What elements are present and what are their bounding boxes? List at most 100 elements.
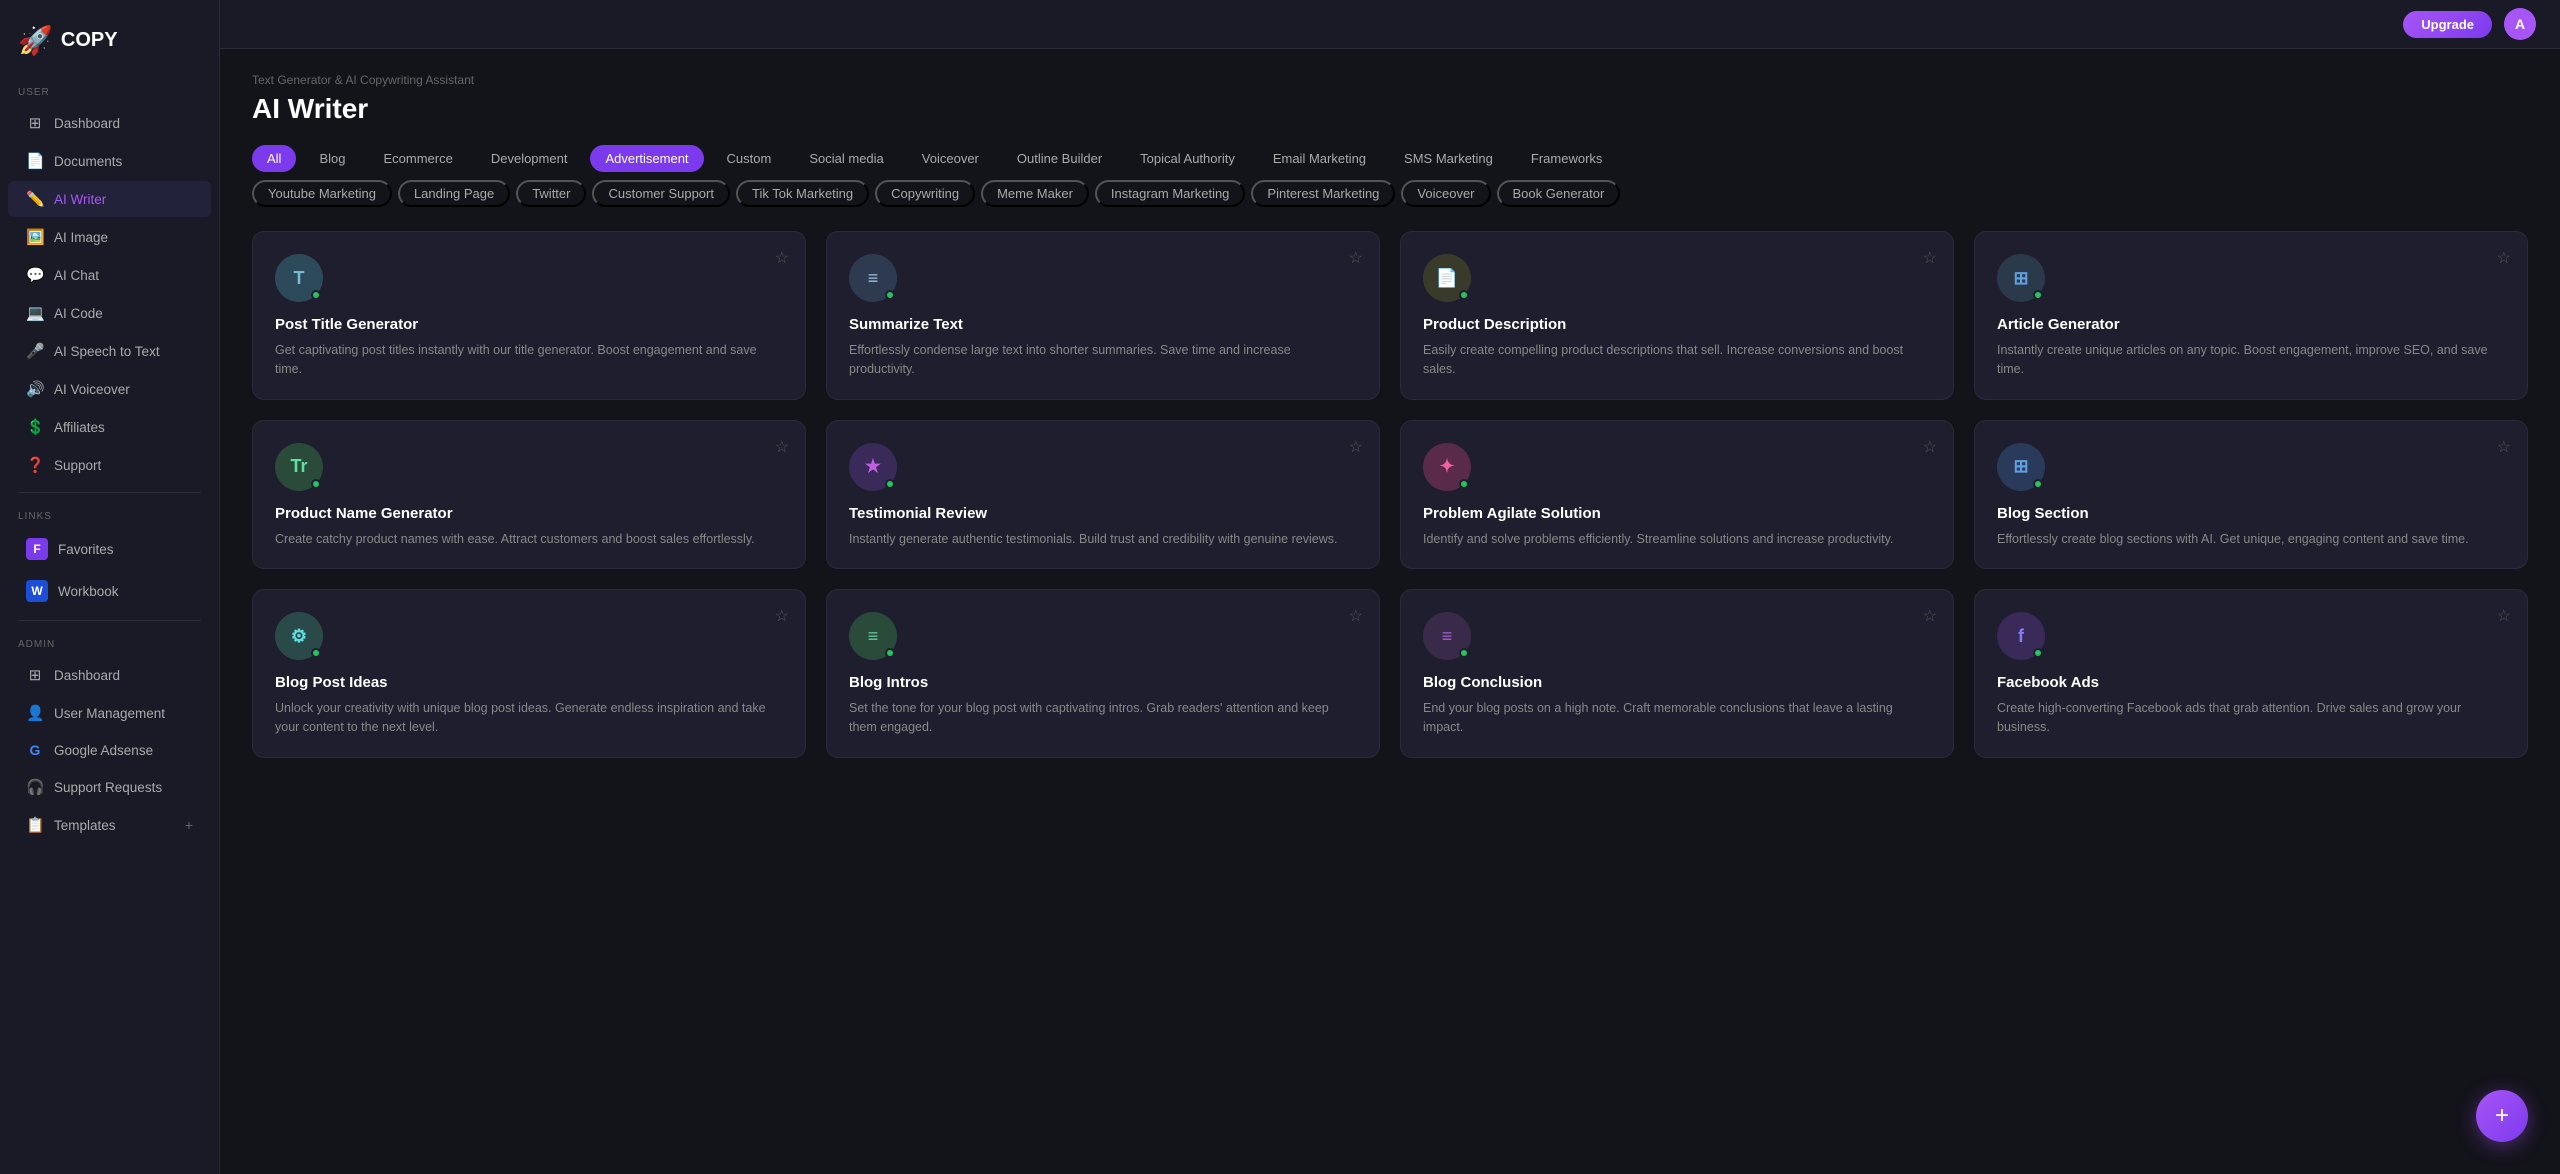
sub-tab-pinterest-marketing[interactable]: Pinterest Marketing xyxy=(1251,180,1395,207)
fab-button[interactable]: + xyxy=(2476,1090,2528,1142)
sub-tab-landing-page[interactable]: Landing Page xyxy=(398,180,510,207)
filter-tab-topical-authority[interactable]: Topical Authority xyxy=(1125,145,1250,172)
card-blog-section[interactable]: ☆ ⊞ Blog Section Effortlessly create blo… xyxy=(1974,420,2528,570)
card-blog-conclusion[interactable]: ☆ ≡ Blog Conclusion End your blog posts … xyxy=(1400,589,1954,758)
code-icon: 💻 xyxy=(26,304,44,322)
sidebar-item-templates[interactable]: 📋 Templates + xyxy=(8,807,211,843)
sidebar-item-workbook[interactable]: W Workbook xyxy=(8,571,211,611)
card-post-title-generator[interactable]: ☆ T Post Title Generator Get captivating… xyxy=(252,231,806,400)
card-star-problem-agilate-solution[interactable]: ☆ xyxy=(1923,437,1937,457)
sidebar-item-documents[interactable]: 📄 Documents xyxy=(8,143,211,179)
card-title-product-name-generator: Product Name Generator xyxy=(275,505,783,522)
upgrade-button[interactable]: Upgrade xyxy=(2403,11,2492,38)
card-desc-problem-agilate-solution: Identify and solve problems efficiently.… xyxy=(1423,530,1931,549)
sub-tab-customer-support[interactable]: Customer Support xyxy=(592,180,730,207)
card-summarize-text[interactable]: ☆ ≡ Summarize Text Effortlessly condense… xyxy=(826,231,1380,400)
card-star-blog-post-ideas[interactable]: ☆ xyxy=(775,606,789,626)
sub-tab-twitter[interactable]: Twitter xyxy=(516,180,586,207)
card-icon-post-title-generator: T xyxy=(275,254,323,302)
sidebar-item-label: AI Code xyxy=(54,306,103,321)
sidebar-item-ai-chat[interactable]: 💬 AI Chat xyxy=(8,257,211,293)
sub-tab-copywriting[interactable]: Copywriting xyxy=(875,180,975,207)
card-product-name-generator[interactable]: ☆ Tr Product Name Generator Create catch… xyxy=(252,420,806,570)
sub-tab-tiktok-marketing[interactable]: Tik Tok Marketing xyxy=(736,180,869,207)
sidebar-item-favorites[interactable]: F Favorites xyxy=(8,529,211,569)
sidebar-item-label: Documents xyxy=(54,154,122,169)
card-title-facebook-ads: Facebook Ads xyxy=(1997,674,2505,691)
sub-tab-book-generator[interactable]: Book Generator xyxy=(1497,180,1621,207)
card-blog-post-ideas[interactable]: ☆ ⚙ Blog Post Ideas Unlock your creativi… xyxy=(252,589,806,758)
filter-tabs: All Blog Ecommerce Development Advertise… xyxy=(252,145,2528,172)
content-area: Text Generator & AI Copywriting Assistan… xyxy=(220,49,2560,1174)
card-star-article-generator[interactable]: ☆ xyxy=(2497,248,2511,268)
filter-tab-email-marketing[interactable]: Email Marketing xyxy=(1258,145,1381,172)
filter-tab-custom[interactable]: Custom xyxy=(712,145,787,172)
filter-tab-development[interactable]: Development xyxy=(476,145,583,172)
grid-icon: ⊞ xyxy=(26,114,44,132)
card-star-blog-section[interactable]: ☆ xyxy=(2497,437,2511,457)
sidebar-item-google-adsense[interactable]: G Google Adsense xyxy=(8,733,211,767)
card-testimonial-review[interactable]: ☆ ★ Testimonial Review Instantly generat… xyxy=(826,420,1380,570)
card-facebook-ads[interactable]: ☆ f Facebook Ads Create high-converting … xyxy=(1974,589,2528,758)
card-star-summarize-text[interactable]: ☆ xyxy=(1349,248,1363,268)
image-icon: 🖼️ xyxy=(26,228,44,246)
user-icon: 👤 xyxy=(26,704,44,722)
card-star-product-name-generator[interactable]: ☆ xyxy=(775,437,789,457)
card-star-product-description[interactable]: ☆ xyxy=(1923,248,1937,268)
card-product-description[interactable]: ☆ 📄 Product Description Easily create co… xyxy=(1400,231,1954,400)
card-article-generator[interactable]: ☆ ⊞ Article Generator Instantly create u… xyxy=(1974,231,2528,400)
sidebar-item-user-management[interactable]: 👤 User Management xyxy=(8,695,211,731)
card-title-testimonial-review: Testimonial Review xyxy=(849,505,1357,522)
sidebar-item-ai-image[interactable]: 🖼️ AI Image xyxy=(8,219,211,255)
card-star-blog-intros[interactable]: ☆ xyxy=(1349,606,1363,626)
card-title-problem-agilate-solution: Problem Agilate Solution xyxy=(1423,505,1931,522)
sidebar-item-ai-code[interactable]: 💻 AI Code xyxy=(8,295,211,331)
sidebar-item-support-requests[interactable]: 🎧 Support Requests xyxy=(8,769,211,805)
chat-icon: 💬 xyxy=(26,266,44,284)
card-star-facebook-ads[interactable]: ☆ xyxy=(2497,606,2511,626)
sub-tab-voiceover[interactable]: Voiceover xyxy=(1401,180,1490,207)
filter-tab-frameworks[interactable]: Frameworks xyxy=(1516,145,1618,172)
template-plus-icon[interactable]: + xyxy=(185,817,193,833)
sidebar-item-label: Support xyxy=(54,458,101,473)
filter-tab-blog[interactable]: Blog xyxy=(304,145,360,172)
topbar-actions: Upgrade A xyxy=(2403,8,2536,40)
filter-tab-all[interactable]: All xyxy=(252,145,296,172)
admin-grid-icon: ⊞ xyxy=(26,666,44,684)
sidebar-item-affiliates[interactable]: 💲 Affiliates xyxy=(8,409,211,445)
sidebar-item-ai-voiceover[interactable]: 🔊 AI Voiceover xyxy=(8,371,211,407)
sidebar-item-ai-writer[interactable]: ✏️ AI Writer xyxy=(8,181,211,217)
card-dot-blog-intros xyxy=(885,648,895,658)
sidebar-item-ai-speech[interactable]: 🎤 AI Speech to Text xyxy=(8,333,211,369)
filter-tab-sms-marketing[interactable]: SMS Marketing xyxy=(1389,145,1508,172)
filter-tab-outline-builder[interactable]: Outline Builder xyxy=(1002,145,1117,172)
filter-tab-social-media[interactable]: Social media xyxy=(794,145,898,172)
sidebar-item-label: AI Voiceover xyxy=(54,382,130,397)
mic-icon: 🎤 xyxy=(26,342,44,360)
help-icon: ❓ xyxy=(26,456,44,474)
filter-tab-ecommerce[interactable]: Ecommerce xyxy=(368,145,467,172)
sidebar-item-admin-dashboard[interactable]: ⊞ Dashboard xyxy=(8,657,211,693)
sidebar-item-dashboard[interactable]: ⊞ Dashboard xyxy=(8,105,211,141)
card-star-testimonial-review[interactable]: ☆ xyxy=(1349,437,1363,457)
card-blog-intros[interactable]: ☆ ≡ Blog Intros Set the tone for your bl… xyxy=(826,589,1380,758)
sub-tab-youtube-marketing[interactable]: Youtube Marketing xyxy=(252,180,392,207)
logo: 🚀 COPY xyxy=(0,16,219,77)
card-grid: ☆ T Post Title Generator Get captivating… xyxy=(252,231,2528,758)
card-icon-blog-section: ⊞ xyxy=(1997,443,2045,491)
sidebar-item-label: Dashboard xyxy=(54,668,120,683)
filter-tab-advertisement[interactable]: Advertisement xyxy=(590,145,703,172)
sidebar-item-support[interactable]: ❓ Support xyxy=(8,447,211,483)
card-problem-agilate-solution[interactable]: ☆ ✦ Problem Agilate Solution Identify an… xyxy=(1400,420,1954,570)
card-desc-product-name-generator: Create catchy product names with ease. A… xyxy=(275,530,783,549)
card-star-blog-conclusion[interactable]: ☆ xyxy=(1923,606,1937,626)
sub-tab-meme-maker[interactable]: Meme Maker xyxy=(981,180,1089,207)
card-icon-facebook-ads: f xyxy=(1997,612,2045,660)
sub-tabs: Youtube Marketing Landing Page Twitter C… xyxy=(252,180,2528,207)
filter-tab-voiceover[interactable]: Voiceover xyxy=(907,145,994,172)
card-icon-testimonial-review: ★ xyxy=(849,443,897,491)
card-star-post-title-generator[interactable]: ☆ xyxy=(775,248,789,268)
card-icon-problem-agilate-solution: ✦ xyxy=(1423,443,1471,491)
sub-tab-instagram-marketing[interactable]: Instagram Marketing xyxy=(1095,180,1246,207)
links-section-label: LINKS xyxy=(0,501,219,528)
